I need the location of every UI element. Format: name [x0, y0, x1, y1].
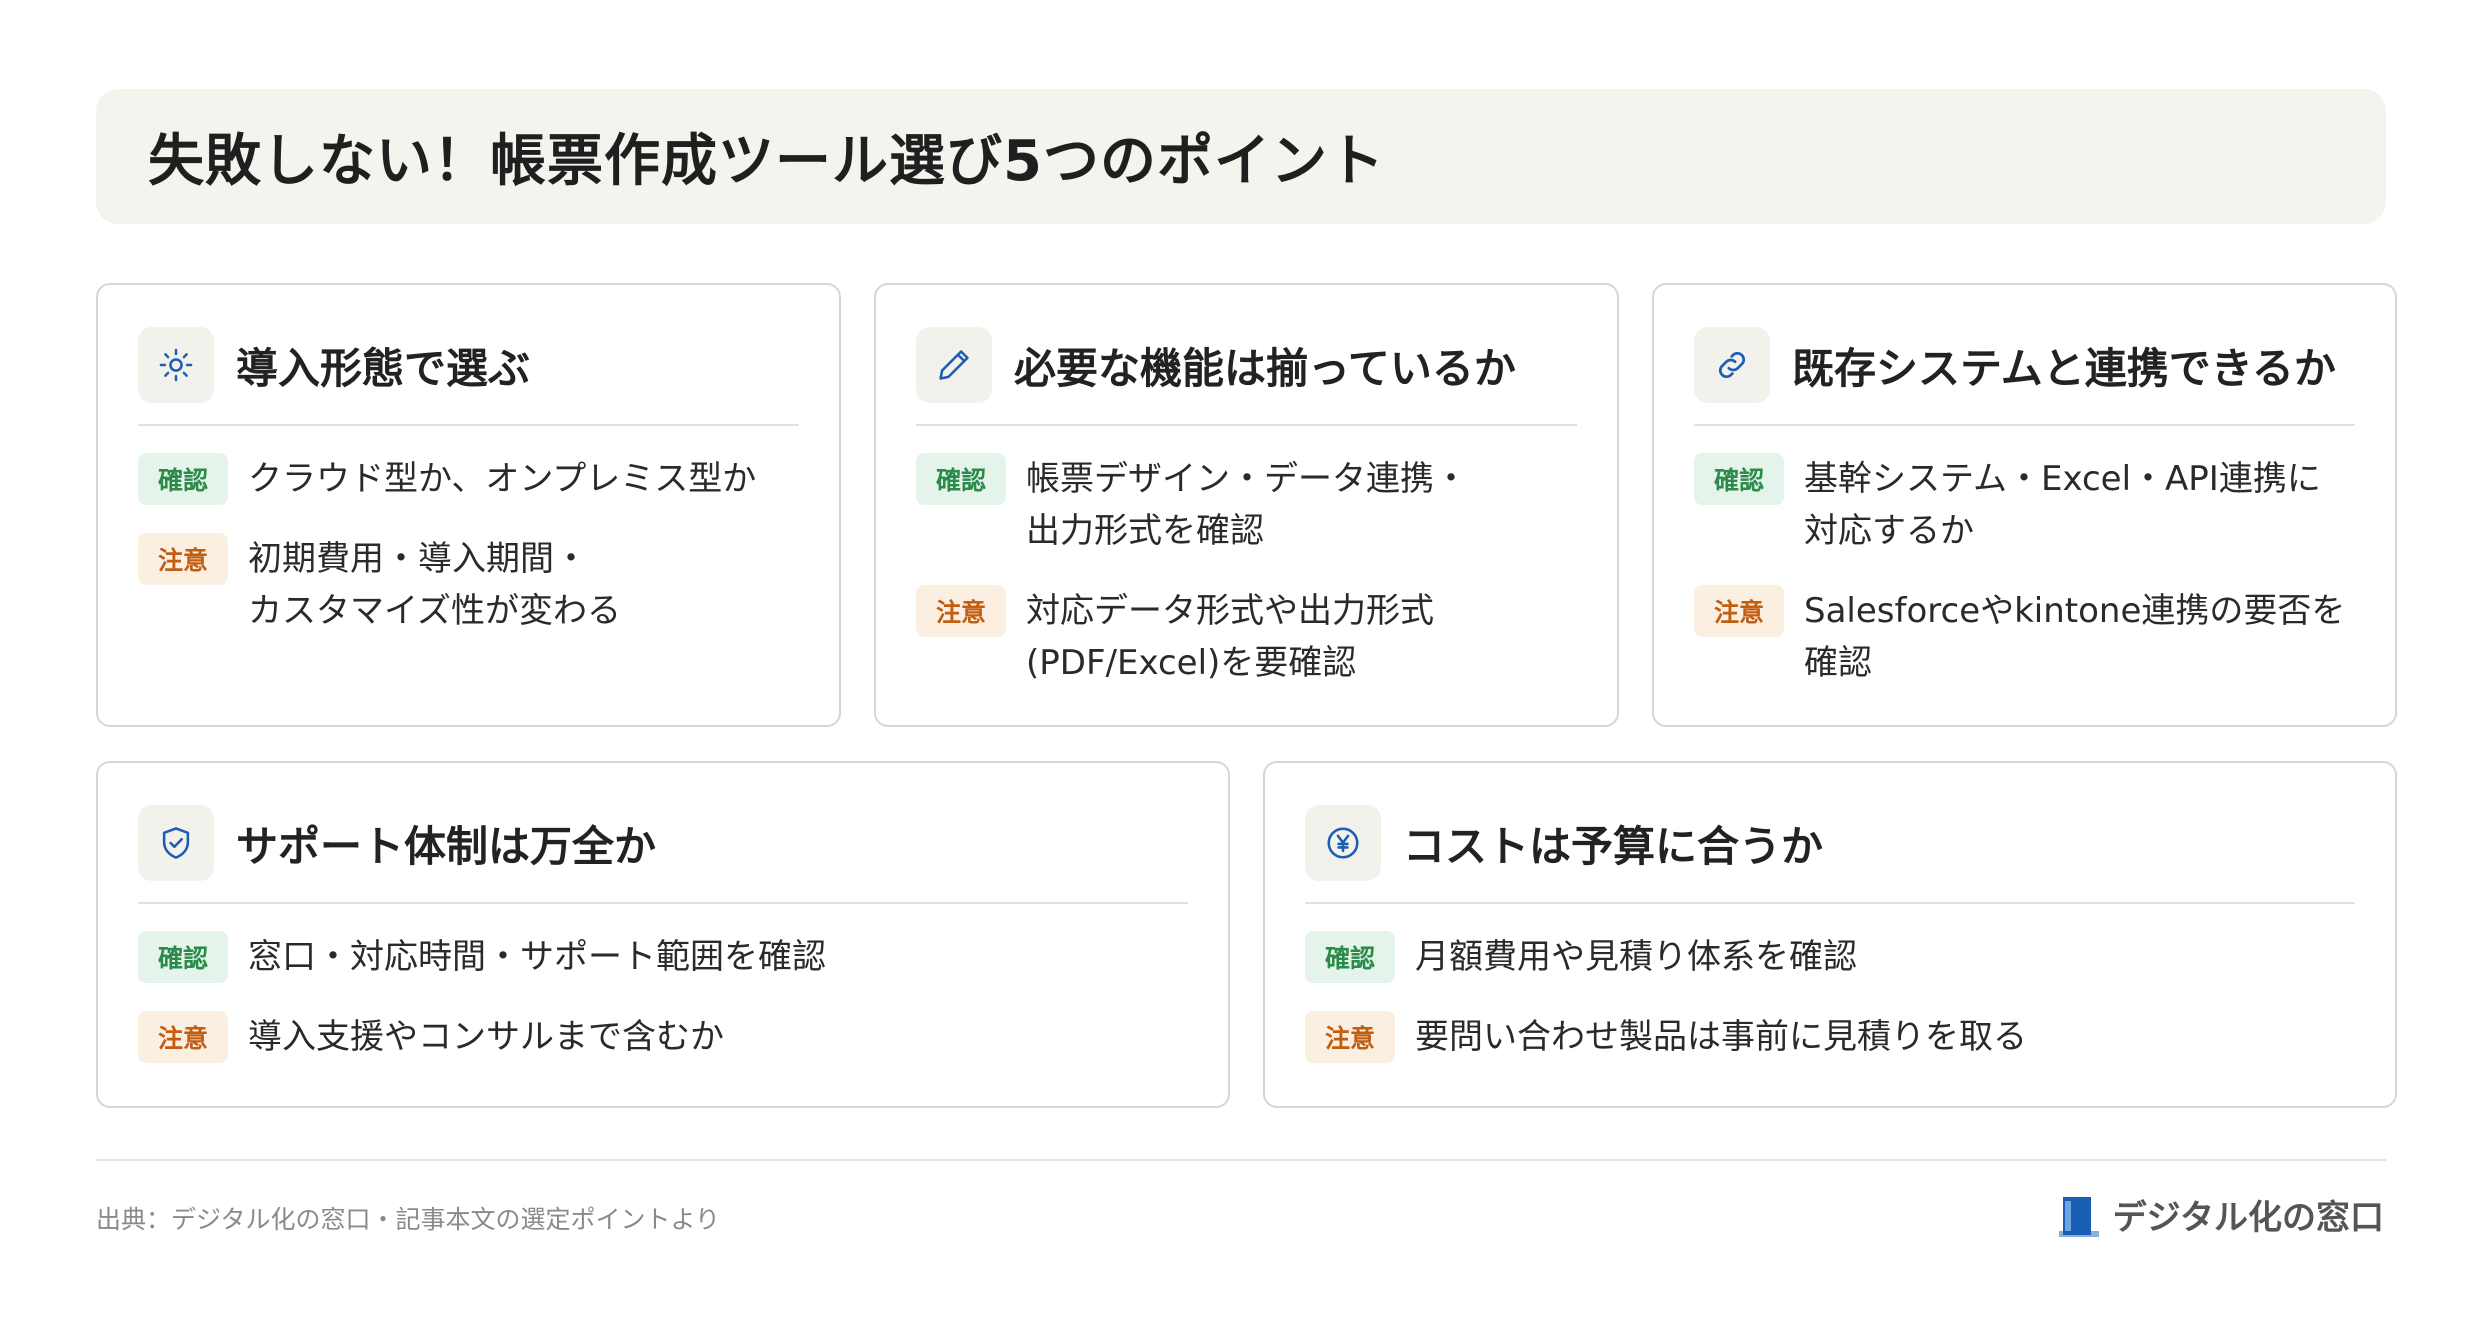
card-header: コストは予算に合うか — [1305, 803, 2355, 883]
check-badge: 確認 — [1694, 453, 1784, 505]
infographic: 失敗しない！帳票作成ツール選び5つのポイント 導入形態で選ぶ 確認 クラウド型か… — [0, 0, 2480, 1330]
check-badge: 確認 — [916, 453, 1006, 505]
yen-circle-icon — [1305, 805, 1381, 881]
caution-text: 導入支援やコンサルまで含むか — [248, 1017, 724, 1057]
divider — [1694, 424, 2355, 426]
footer-divider — [96, 1159, 2386, 1161]
caution-badge: 注意 — [1694, 585, 1784, 637]
check-badge: 確認 — [138, 931, 228, 983]
window-logo-icon — [2058, 1196, 2099, 1237]
caution-row: 注意 Salesforceやkintone連携の要否を 確認 — [1694, 585, 2375, 689]
divider — [916, 424, 1577, 426]
link-icon — [1694, 327, 1770, 403]
check-badge: 確認 — [1305, 931, 1395, 983]
pencil-icon — [916, 327, 992, 403]
caution-badge: 注意 — [916, 585, 1006, 637]
point-card-features: 必要な機能は揃っているか 確認 帳票デザイン・データ連携・ 出力形式を確認 注意 … — [874, 283, 1619, 727]
check-text: 窓口・対応時間・サポート範囲を確認 — [248, 937, 826, 977]
card-header: サポート体制は万全か — [138, 803, 1188, 883]
caution-text: 要問い合わせ製品は事前に見積りを取る — [1415, 1017, 2027, 1057]
point-card-integration: 既存システムと連携できるか 確認 基幹システム・Excel・API連携に 対応する… — [1652, 283, 2397, 727]
point-card-deployment: 導入形態で選ぶ 確認 クラウド型か、オンプレミス型か 注意 初期費用・導入期間・… — [96, 283, 841, 727]
divider — [138, 424, 799, 426]
caution-text: 対応データ形式や出力形式 (PDF/Excel)を要確認 — [1026, 591, 1434, 683]
card-title: 既存システムと連携できるか — [1792, 343, 2336, 393]
sun-icon — [138, 327, 214, 403]
caution-row: 注意 要問い合わせ製品は事前に見積りを取る — [1305, 1011, 2375, 1063]
check-row: 確認 基幹システム・Excel・API連携に 対応するか — [1694, 453, 2375, 557]
title-banner: 失敗しない！帳票作成ツール選び5つのポイント — [96, 89, 2386, 224]
caution-badge: 注意 — [138, 533, 228, 585]
check-row: 確認 帳票デザイン・データ連携・ 出力形式を確認 — [916, 453, 1597, 557]
caution-row: 注意 対応データ形式や出力形式 (PDF/Excel)を要確認 — [916, 585, 1597, 689]
card-title: 必要な機能は揃っているか — [1014, 343, 1516, 393]
caution-text: 初期費用・導入期間・ カスタマイズ性が変わる — [248, 539, 621, 631]
card-header: 既存システムと連携できるか — [1694, 325, 2355, 405]
caution-text: Salesforceやkintone連携の要否を 確認 — [1804, 591, 2346, 683]
caution-badge: 注意 — [1305, 1011, 1395, 1063]
check-row: 確認 クラウド型か、オンプレミス型か — [138, 453, 819, 505]
card-title: コストは予算に合うか — [1403, 821, 1824, 871]
check-text: クラウド型か、オンプレミス型か — [248, 459, 757, 499]
card-header: 必要な機能は揃っているか — [916, 325, 1577, 405]
caution-badge: 注意 — [138, 1011, 228, 1063]
shield-check-icon — [138, 805, 214, 881]
check-row: 確認 窓口・対応時間・サポート範囲を確認 — [138, 931, 1208, 983]
card-header: 導入形態で選ぶ — [138, 325, 799, 405]
caution-row: 注意 初期費用・導入期間・ カスタマイズ性が変わる — [138, 533, 819, 637]
card-title: 導入形態で選ぶ — [236, 343, 531, 393]
check-row: 確認 月額費用や見積り体系を確認 — [1305, 931, 2375, 983]
check-badge: 確認 — [138, 453, 228, 505]
check-text: 帳票デザイン・データ連携・ 出力形式を確認 — [1026, 459, 1468, 551]
check-text: 月額費用や見積り体系を確認 — [1415, 937, 1857, 977]
point-card-cost: コストは予算に合うか 確認 月額費用や見積り体系を確認 注意 要問い合わせ製品は… — [1263, 761, 2397, 1108]
divider — [1305, 902, 2355, 904]
source-note: 出典：デジタル化の窓口・記事本文の選定ポイントより — [96, 1205, 721, 1234]
card-title: サポート体制は万全か — [236, 821, 657, 871]
point-card-support: サポート体制は万全か 確認 窓口・対応時間・サポート範囲を確認 注意 導入支援や… — [96, 761, 1230, 1108]
check-text: 基幹システム・Excel・API連携に 対応するか — [1804, 459, 2321, 551]
brand-name: デジタル化の窓口 — [2112, 1198, 2384, 1238]
divider — [138, 902, 1188, 904]
brand-logo: デジタル化の窓口 — [2058, 1190, 2384, 1239]
caution-row: 注意 導入支援やコンサルまで含むか — [138, 1011, 1208, 1063]
page-title: 失敗しない！帳票作成ツール選び5つのポイント — [148, 129, 1385, 194]
